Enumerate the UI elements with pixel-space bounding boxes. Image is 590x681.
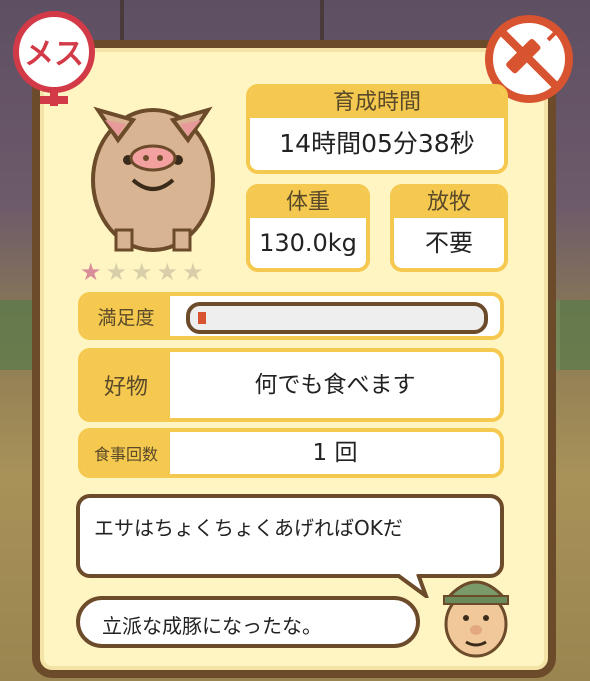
farmer-avatar-icon <box>442 580 510 658</box>
satisfaction-bar <box>186 302 488 334</box>
dialogue-bubble-2: 立派な成豚になったな。 <box>76 596 420 648</box>
bubble-tail-icon <box>396 574 429 598</box>
satisfaction-panel: 満足度 <box>78 292 504 340</box>
grazing-value: 不要 <box>425 229 473 257</box>
dialogue-line-2: 立派な成豚になったな。 <box>102 614 322 638</box>
meal-count-value: 1 回 <box>312 440 358 466</box>
satisfaction-bar-fill <box>198 312 206 324</box>
growth-time-value: 14時間05分38秒 <box>279 129 475 158</box>
meal-count-panel: 食事回数 1 回 <box>78 428 504 478</box>
pig-avatar-icon <box>91 106 215 252</box>
gender-label: メス <box>24 37 84 72</box>
rating-stars: ★★★★★ <box>80 258 208 286</box>
star-icon: ★ <box>105 258 132 286</box>
grazing-panel: 放牧 不要 <box>390 184 508 272</box>
star-icon: ★ <box>80 258 106 286</box>
satisfaction-label: 満足度 <box>82 296 170 336</box>
star-icon: ★ <box>182 258 208 286</box>
star-icon: ★ <box>156 258 183 286</box>
growth-time-panel: 育成時間 14時間05分38秒 <box>246 84 508 174</box>
growth-time-label: 育成時間 <box>250 88 504 118</box>
meal-count-label: 食事回数 <box>82 432 170 474</box>
dialogue-line-1: エサはちょくちょくあげればOKだ <box>94 516 403 540</box>
favorite-food-value: 何でも食べます <box>254 372 416 398</box>
weight-label: 体重 <box>250 188 366 218</box>
weight-value: 130.0kg <box>259 229 357 257</box>
favorite-food-label: 好物 <box>82 352 170 418</box>
grazing-label: 放牧 <box>394 188 504 218</box>
star-icon: ★ <box>131 258 157 286</box>
weight-panel: 体重 130.0kg <box>246 184 370 272</box>
favorite-food-panel: 好物 何でも食べます <box>78 348 504 422</box>
